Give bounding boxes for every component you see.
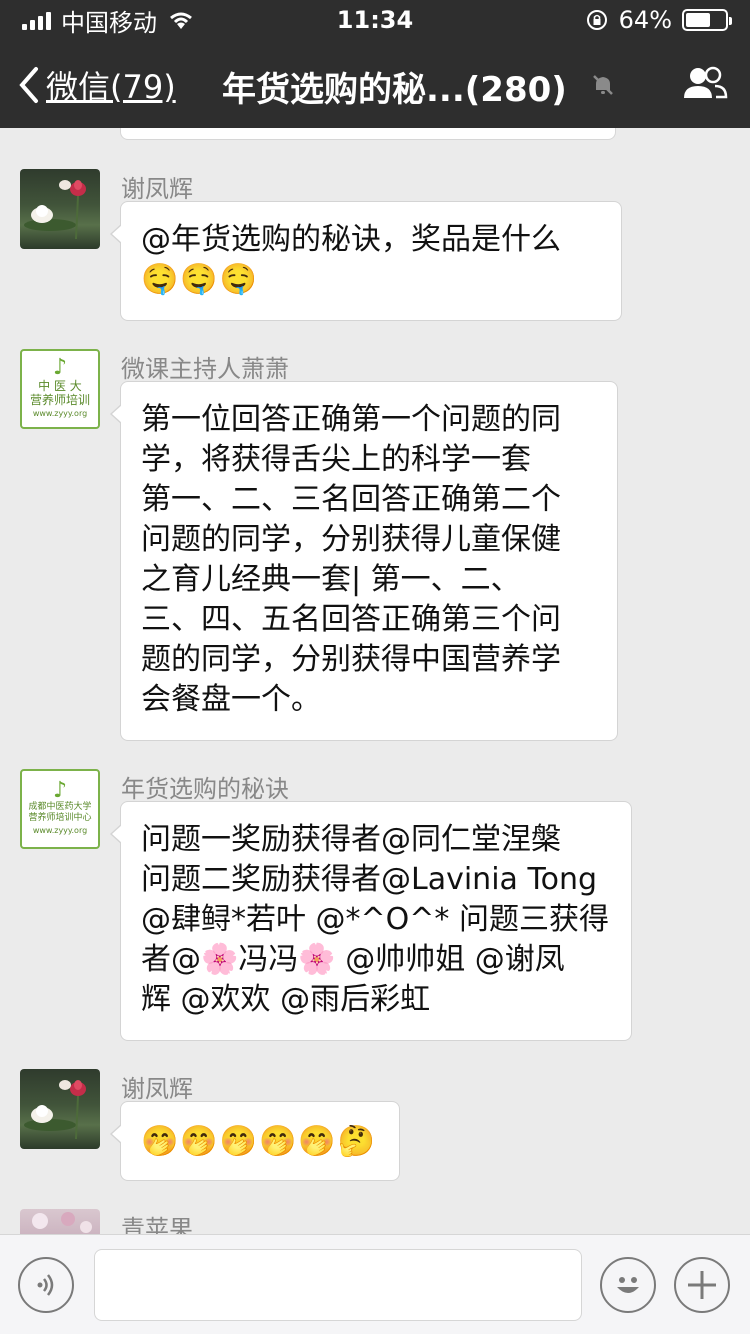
avatar[interactable] <box>20 1069 100 1149</box>
status-bar: 中国移动 11:34 64% <box>0 0 750 40</box>
avatar-url: www.zyyy.org <box>32 826 88 835</box>
message-line: 问题的同学，分别获得儿童保健 <box>141 522 561 557</box>
lotus-icon <box>24 1080 86 1140</box>
back-button[interactable]: 微信(79) <box>18 62 176 108</box>
sender-name: 青苹果 <box>121 1215 193 1234</box>
battery-level <box>686 13 711 27</box>
flower-icon <box>32 1212 92 1233</box>
message-line: 辉 @欢欢 @雨后彩虹 <box>141 982 431 1017</box>
message-line: 题的同学，分别获得中国营养学 <box>141 642 561 677</box>
sender-name: 谢凤辉 <box>121 175 193 203</box>
message-line: 第一、二、三名回答正确第二个 <box>141 482 561 517</box>
chat-area[interactable]: 谢凤辉 @年货选购的秘诀，奖品是什么 🤤🤤🤤 ♪ 中 医 大 营养师培训 www… <box>0 128 750 1234</box>
message-bubble[interactable]: 第一位回答正确第一个问题的同 学，将获得舌尖上的科学一套 第一、二、三名回答正确… <box>110 381 618 741</box>
avatar-text-line1: 中 医 大 <box>38 379 82 393</box>
plus-button[interactable] <box>674 1257 730 1313</box>
leaf-logo-icon: ♪ <box>52 778 68 803</box>
status-left: 中国移动 <box>22 3 195 38</box>
signal-icon <box>22 10 51 30</box>
message-line: 第一位回答正确第一个问题的同 <box>141 402 561 437</box>
emoji-button[interactable] <box>600 1257 656 1313</box>
message-line: 者@🌸冯冯🌸 @帅帅姐 @谢凤 <box>141 942 565 977</box>
lotus-icon <box>24 180 86 240</box>
message-emoji: 🤤🤤🤤 <box>141 262 260 297</box>
chat-title: 年货选购的秘...(280) <box>222 70 567 110</box>
people-icon[interactable] <box>682 64 728 104</box>
battery-percent: 64% <box>618 6 672 34</box>
avatar-text-line2: 营养师培训 <box>29 393 90 407</box>
message-line: 会餐盘一个。 <box>141 682 321 717</box>
message-line: 三、四、五名回答正确第三个问 <box>141 602 561 637</box>
sender-name: 谢凤辉 <box>121 1075 193 1103</box>
message-line: 之育儿经典一套| 第一、二、 <box>141 562 521 597</box>
battery-icon <box>682 9 732 31</box>
avatar[interactable]: ♪ 中 医 大 营养师培训 www.zyyy.org <box>20 349 100 429</box>
message-emoji: 🤭🤭🤭🤭🤭🤔 <box>141 1124 378 1159</box>
avatar-url: www.zyyy.org <box>32 409 88 418</box>
voice-button[interactable] <box>18 1257 74 1313</box>
plus-icon <box>688 1271 716 1299</box>
message-bubble[interactable]: @年货选购的秘诀，奖品是什么 🤤🤤🤤 <box>110 201 622 321</box>
carrier-label: 中国移动 <box>61 8 157 37</box>
message-input[interactable] <box>94 1249 582 1321</box>
rotation-lock-icon <box>586 10 607 30</box>
status-right: 64% <box>585 6 732 34</box>
message-line: @肆鲟*若叶 @*^O^* 问题三获得 <box>141 902 609 937</box>
nav-bar: 微信(79) 年货选购的秘...(280) <box>0 40 750 128</box>
bell-mute-icon <box>593 75 613 95</box>
voice-icon <box>37 1274 54 1296</box>
smile-icon <box>617 1277 639 1293</box>
message-line: 问题二奖励获得者@Lavinia Tong <box>141 862 598 897</box>
back-label: 微信(79) <box>46 68 176 106</box>
avatar[interactable] <box>20 1209 100 1234</box>
message-line: 学，将获得舌尖上的科学一套 <box>141 442 531 477</box>
avatar[interactable] <box>20 169 100 249</box>
avatar[interactable]: ♪ 成都中医药大学 营养师培训中心 www.zyyy.org <box>20 769 100 849</box>
message-bubble[interactable]: 🤭🤭🤭🤭🤭🤔 <box>110 1101 400 1181</box>
sender-name: 年货选购的秘诀 <box>121 775 289 803</box>
avatar-text-line1: 成都中医药大学 <box>28 802 92 812</box>
previous-message-bubble <box>120 128 616 140</box>
message-bubble[interactable]: 问题一奖励获得者@同仁堂涅槃 问题二奖励获得者@Lavinia Tong @肆鲟… <box>110 801 632 1041</box>
input-bar <box>0 1234 750 1334</box>
wechat-group-chat-screen: 中国移动 11:34 64% 微信(79) 年货选购的秘...(280) 谢凤辉… <box>0 0 750 1334</box>
sender-name: 微课主持人萧萧 <box>121 355 289 383</box>
avatar-text-line2: 营养师培训中心 <box>28 813 92 823</box>
wifi-icon <box>170 12 192 29</box>
chevron-left-icon <box>19 67 38 103</box>
message-text: @年货选购的秘诀，奖品是什么 <box>141 222 561 257</box>
leaf-logo-icon: ♪ <box>52 355 68 380</box>
message-line: 问题一奖励获得者@同仁堂涅槃 <box>141 822 561 857</box>
